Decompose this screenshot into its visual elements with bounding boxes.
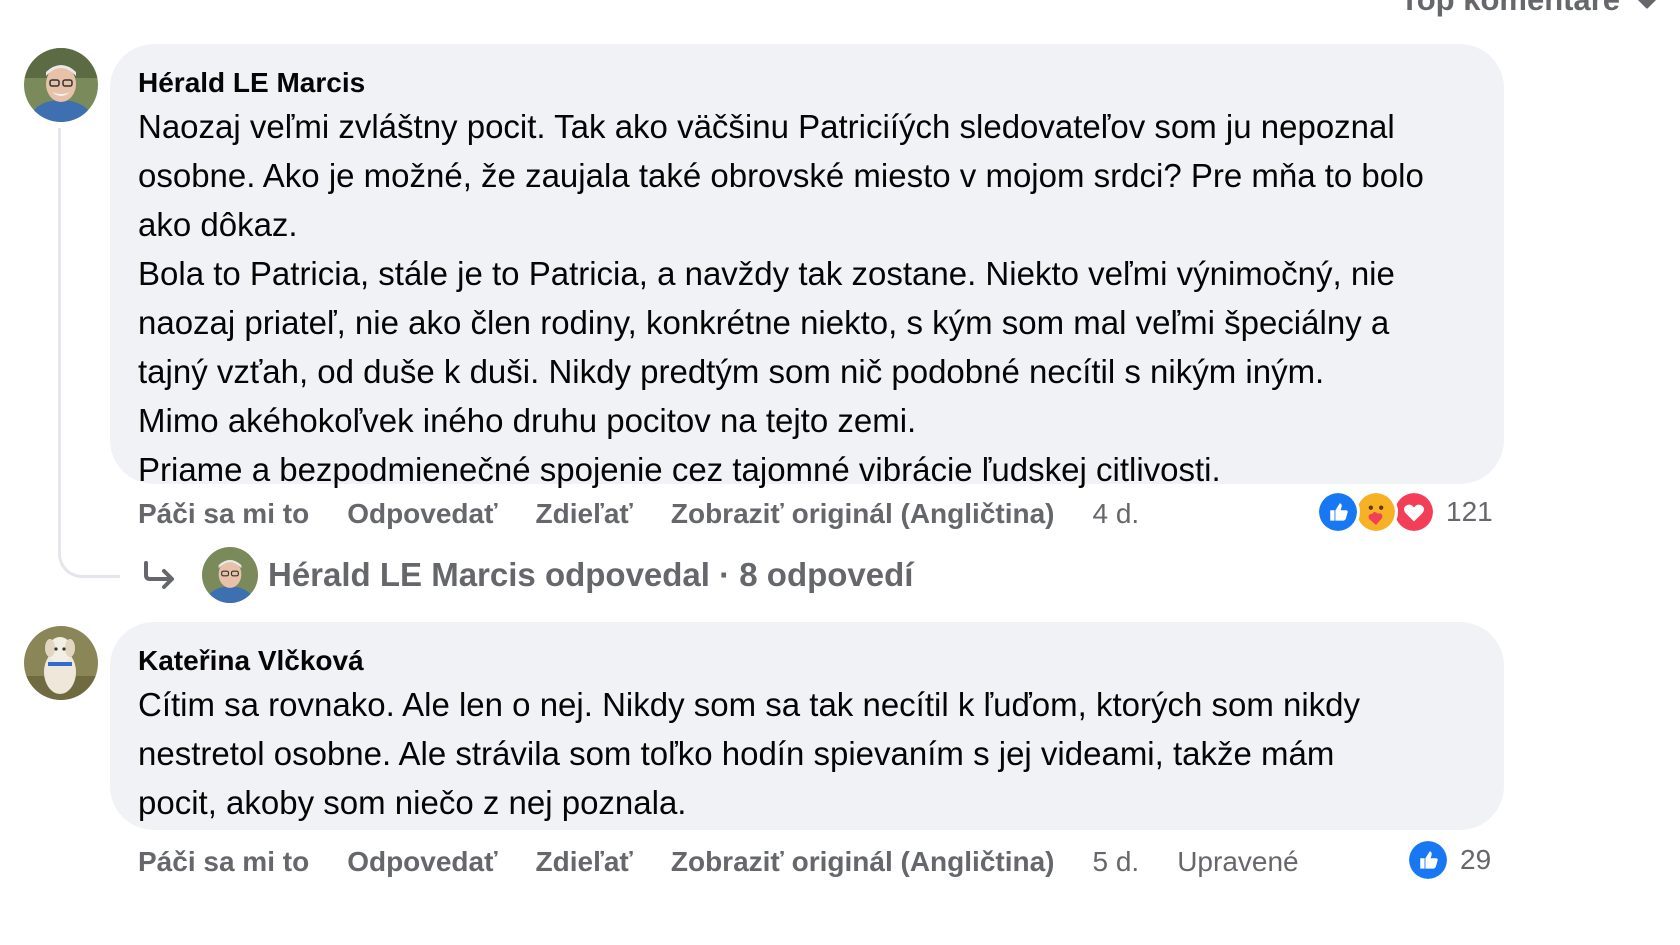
comment-bubble: Kateřina Vlčková Cítim sa rovnako. Ale l… <box>110 622 1504 830</box>
comment-text-line: Cítim sa rovnako. Ale len o nej. Nikdy s… <box>138 686 1361 723</box>
see-original-button[interactable]: Zobraziť originál (Angličtina) <box>671 846 1055 878</box>
like-icon <box>1406 838 1450 882</box>
comments-section: Top komentáre Hérald LE Marcis Naozaj ve… <box>0 0 1680 945</box>
reaction-icons <box>1406 838 1454 882</box>
comment-text-line: nestretol osobne. Ale strávila som toľko… <box>138 735 1335 772</box>
comment-author[interactable]: Kateřina Vlčková <box>138 644 1476 678</box>
love-icon <box>1392 490 1436 534</box>
comment-timestamp[interactable]: 5 d. <box>1093 846 1140 878</box>
comment-text: Cítim sa rovnako. Ale len o nej. Nikdy s… <box>138 680 1476 827</box>
edited-label: Upravené <box>1177 846 1299 877</box>
reaction-count: 29 <box>1460 844 1492 875</box>
like-button[interactable]: Páči sa mi to <box>138 846 309 878</box>
reaction-icons <box>1316 490 1440 534</box>
like-icon <box>1316 490 1360 534</box>
author-avatar[interactable] <box>24 626 98 700</box>
comment-text-line: pocit, akoby som niečo z nej poznala. <box>138 784 687 821</box>
comment-actions: Páči sa mi to Odpovedať Zdieľať Zobraziť… <box>138 844 1299 880</box>
comment-item: Kateřina Vlčková Cítim sa rovnako. Ale l… <box>0 0 1680 945</box>
reactions-summary[interactable]: 29 <box>1406 838 1491 882</box>
share-button[interactable]: Zdieľať <box>536 846 633 878</box>
dog-avatar <box>24 626 98 700</box>
care-icon <box>1354 490 1398 534</box>
reply-button[interactable]: Odpovedať <box>347 846 497 878</box>
